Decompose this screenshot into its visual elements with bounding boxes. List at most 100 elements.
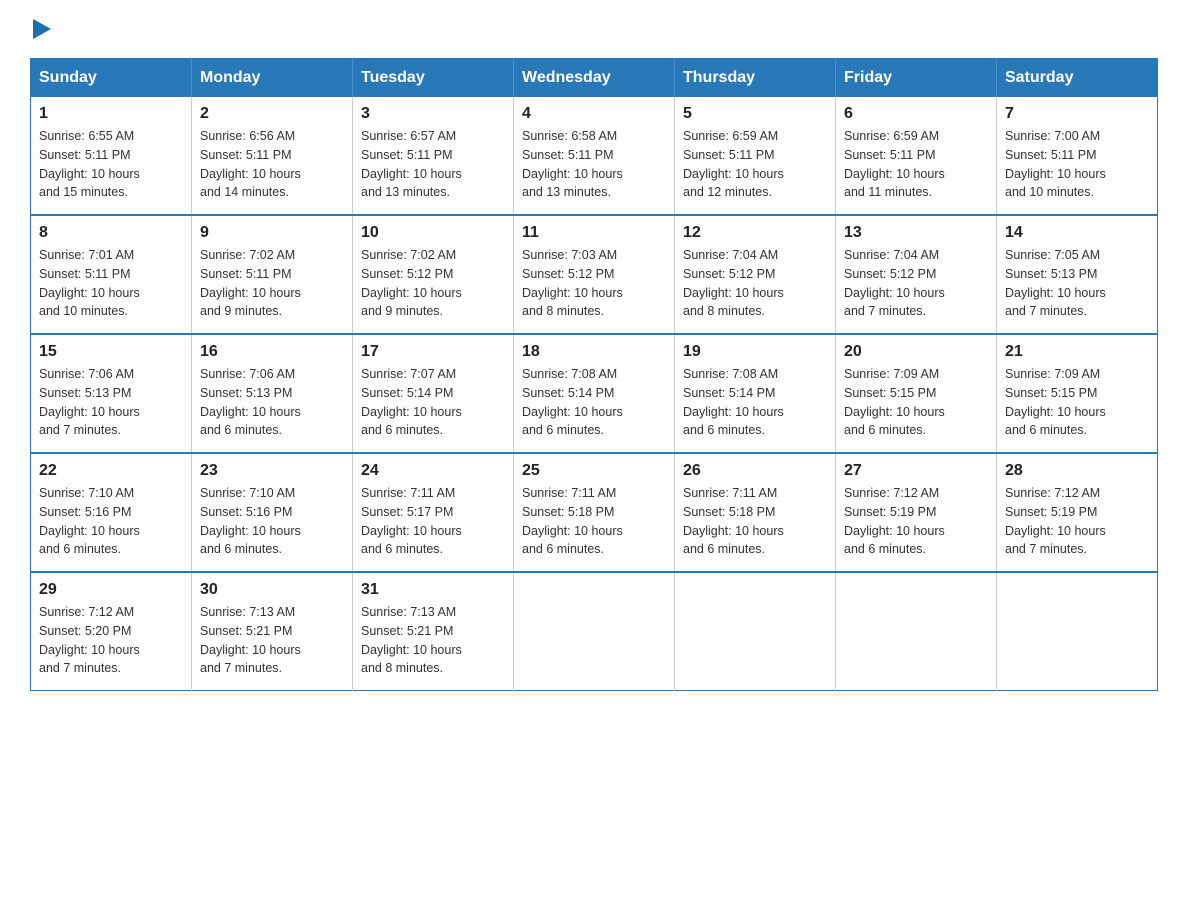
- header-row: SundayMondayTuesdayWednesdayThursdayFrid…: [31, 59, 1158, 98]
- day-info: Sunrise: 6:57 AM Sunset: 5:11 PM Dayligh…: [361, 127, 505, 202]
- day-cell: 24 Sunrise: 7:11 AM Sunset: 5:17 PM Dayl…: [353, 453, 514, 572]
- day-cell: [836, 572, 997, 691]
- logo: [30, 20, 52, 38]
- day-info: Sunrise: 6:59 AM Sunset: 5:11 PM Dayligh…: [844, 127, 988, 202]
- header-wednesday: Wednesday: [514, 59, 675, 98]
- day-cell: 18 Sunrise: 7:08 AM Sunset: 5:14 PM Dayl…: [514, 334, 675, 453]
- day-cell: 21 Sunrise: 7:09 AM Sunset: 5:15 PM Dayl…: [997, 334, 1158, 453]
- header-tuesday: Tuesday: [353, 59, 514, 98]
- day-info: Sunrise: 7:08 AM Sunset: 5:14 PM Dayligh…: [522, 365, 666, 440]
- day-number: 29: [39, 581, 183, 599]
- page-header: [30, 20, 1158, 38]
- day-cell: [997, 572, 1158, 691]
- week-row-5: 29 Sunrise: 7:12 AM Sunset: 5:20 PM Dayl…: [31, 572, 1158, 691]
- day-info: Sunrise: 7:12 AM Sunset: 5:19 PM Dayligh…: [1005, 484, 1149, 559]
- day-cell: 20 Sunrise: 7:09 AM Sunset: 5:15 PM Dayl…: [836, 334, 997, 453]
- header-monday: Monday: [192, 59, 353, 98]
- day-number: 2: [200, 105, 344, 123]
- day-info: Sunrise: 7:11 AM Sunset: 5:18 PM Dayligh…: [683, 484, 827, 559]
- day-info: Sunrise: 7:05 AM Sunset: 5:13 PM Dayligh…: [1005, 246, 1149, 321]
- day-number: 4: [522, 105, 666, 123]
- header-friday: Friday: [836, 59, 997, 98]
- day-cell: 25 Sunrise: 7:11 AM Sunset: 5:18 PM Dayl…: [514, 453, 675, 572]
- day-number: 30: [200, 581, 344, 599]
- day-number: 10: [361, 224, 505, 242]
- day-cell: 30 Sunrise: 7:13 AM Sunset: 5:21 PM Dayl…: [192, 572, 353, 691]
- calendar-table: SundayMondayTuesdayWednesdayThursdayFrid…: [30, 58, 1158, 691]
- day-cell: 29 Sunrise: 7:12 AM Sunset: 5:20 PM Dayl…: [31, 572, 192, 691]
- day-info: Sunrise: 7:13 AM Sunset: 5:21 PM Dayligh…: [200, 603, 344, 678]
- logo-triangle-icon: [33, 19, 51, 39]
- day-info: Sunrise: 7:12 AM Sunset: 5:20 PM Dayligh…: [39, 603, 183, 678]
- day-info: Sunrise: 7:09 AM Sunset: 5:15 PM Dayligh…: [844, 365, 988, 440]
- day-number: 31: [361, 581, 505, 599]
- day-info: Sunrise: 7:07 AM Sunset: 5:14 PM Dayligh…: [361, 365, 505, 440]
- day-cell: 28 Sunrise: 7:12 AM Sunset: 5:19 PM Dayl…: [997, 453, 1158, 572]
- day-info: Sunrise: 7:06 AM Sunset: 5:13 PM Dayligh…: [200, 365, 344, 440]
- day-number: 15: [39, 343, 183, 361]
- header-saturday: Saturday: [997, 59, 1158, 98]
- day-number: 7: [1005, 105, 1149, 123]
- day-cell: 23 Sunrise: 7:10 AM Sunset: 5:16 PM Dayl…: [192, 453, 353, 572]
- day-number: 14: [1005, 224, 1149, 242]
- week-row-3: 15 Sunrise: 7:06 AM Sunset: 5:13 PM Dayl…: [31, 334, 1158, 453]
- day-cell: 16 Sunrise: 7:06 AM Sunset: 5:13 PM Dayl…: [192, 334, 353, 453]
- day-number: 8: [39, 224, 183, 242]
- day-info: Sunrise: 7:12 AM Sunset: 5:19 PM Dayligh…: [844, 484, 988, 559]
- week-row-4: 22 Sunrise: 7:10 AM Sunset: 5:16 PM Dayl…: [31, 453, 1158, 572]
- day-number: 27: [844, 462, 988, 480]
- day-number: 11: [522, 224, 666, 242]
- day-number: 5: [683, 105, 827, 123]
- day-number: 12: [683, 224, 827, 242]
- day-info: Sunrise: 7:06 AM Sunset: 5:13 PM Dayligh…: [39, 365, 183, 440]
- day-cell: 11 Sunrise: 7:03 AM Sunset: 5:12 PM Dayl…: [514, 215, 675, 334]
- day-cell: 22 Sunrise: 7:10 AM Sunset: 5:16 PM Dayl…: [31, 453, 192, 572]
- day-info: Sunrise: 7:04 AM Sunset: 5:12 PM Dayligh…: [683, 246, 827, 321]
- day-number: 6: [844, 105, 988, 123]
- day-cell: 9 Sunrise: 7:02 AM Sunset: 5:11 PM Dayli…: [192, 215, 353, 334]
- day-number: 9: [200, 224, 344, 242]
- day-number: 21: [1005, 343, 1149, 361]
- day-info: Sunrise: 7:11 AM Sunset: 5:18 PM Dayligh…: [522, 484, 666, 559]
- day-number: 26: [683, 462, 827, 480]
- day-info: Sunrise: 7:11 AM Sunset: 5:17 PM Dayligh…: [361, 484, 505, 559]
- day-cell: [514, 572, 675, 691]
- day-info: Sunrise: 7:03 AM Sunset: 5:12 PM Dayligh…: [522, 246, 666, 321]
- day-number: 28: [1005, 462, 1149, 480]
- header-sunday: Sunday: [31, 59, 192, 98]
- day-info: Sunrise: 7:08 AM Sunset: 5:14 PM Dayligh…: [683, 365, 827, 440]
- day-number: 24: [361, 462, 505, 480]
- day-cell: 31 Sunrise: 7:13 AM Sunset: 5:21 PM Dayl…: [353, 572, 514, 691]
- day-cell: 26 Sunrise: 7:11 AM Sunset: 5:18 PM Dayl…: [675, 453, 836, 572]
- day-cell: 17 Sunrise: 7:07 AM Sunset: 5:14 PM Dayl…: [353, 334, 514, 453]
- day-number: 18: [522, 343, 666, 361]
- day-cell: [675, 572, 836, 691]
- day-cell: 3 Sunrise: 6:57 AM Sunset: 5:11 PM Dayli…: [353, 97, 514, 215]
- day-cell: 13 Sunrise: 7:04 AM Sunset: 5:12 PM Dayl…: [836, 215, 997, 334]
- day-info: Sunrise: 6:56 AM Sunset: 5:11 PM Dayligh…: [200, 127, 344, 202]
- day-info: Sunrise: 7:01 AM Sunset: 5:11 PM Dayligh…: [39, 246, 183, 321]
- day-cell: 7 Sunrise: 7:00 AM Sunset: 5:11 PM Dayli…: [997, 97, 1158, 215]
- header-thursday: Thursday: [675, 59, 836, 98]
- day-number: 20: [844, 343, 988, 361]
- day-cell: 5 Sunrise: 6:59 AM Sunset: 5:11 PM Dayli…: [675, 97, 836, 215]
- day-info: Sunrise: 6:58 AM Sunset: 5:11 PM Dayligh…: [522, 127, 666, 202]
- day-cell: 15 Sunrise: 7:06 AM Sunset: 5:13 PM Dayl…: [31, 334, 192, 453]
- day-info: Sunrise: 7:00 AM Sunset: 5:11 PM Dayligh…: [1005, 127, 1149, 202]
- day-number: 13: [844, 224, 988, 242]
- week-row-2: 8 Sunrise: 7:01 AM Sunset: 5:11 PM Dayli…: [31, 215, 1158, 334]
- day-cell: 8 Sunrise: 7:01 AM Sunset: 5:11 PM Dayli…: [31, 215, 192, 334]
- day-number: 16: [200, 343, 344, 361]
- day-number: 19: [683, 343, 827, 361]
- day-cell: 4 Sunrise: 6:58 AM Sunset: 5:11 PM Dayli…: [514, 97, 675, 215]
- day-info: Sunrise: 6:59 AM Sunset: 5:11 PM Dayligh…: [683, 127, 827, 202]
- day-info: Sunrise: 7:02 AM Sunset: 5:12 PM Dayligh…: [361, 246, 505, 321]
- day-cell: 1 Sunrise: 6:55 AM Sunset: 5:11 PM Dayli…: [31, 97, 192, 215]
- day-number: 1: [39, 105, 183, 123]
- day-info: Sunrise: 7:04 AM Sunset: 5:12 PM Dayligh…: [844, 246, 988, 321]
- day-cell: 27 Sunrise: 7:12 AM Sunset: 5:19 PM Dayl…: [836, 453, 997, 572]
- day-cell: 19 Sunrise: 7:08 AM Sunset: 5:14 PM Dayl…: [675, 334, 836, 453]
- day-info: Sunrise: 7:09 AM Sunset: 5:15 PM Dayligh…: [1005, 365, 1149, 440]
- day-number: 3: [361, 105, 505, 123]
- day-number: 23: [200, 462, 344, 480]
